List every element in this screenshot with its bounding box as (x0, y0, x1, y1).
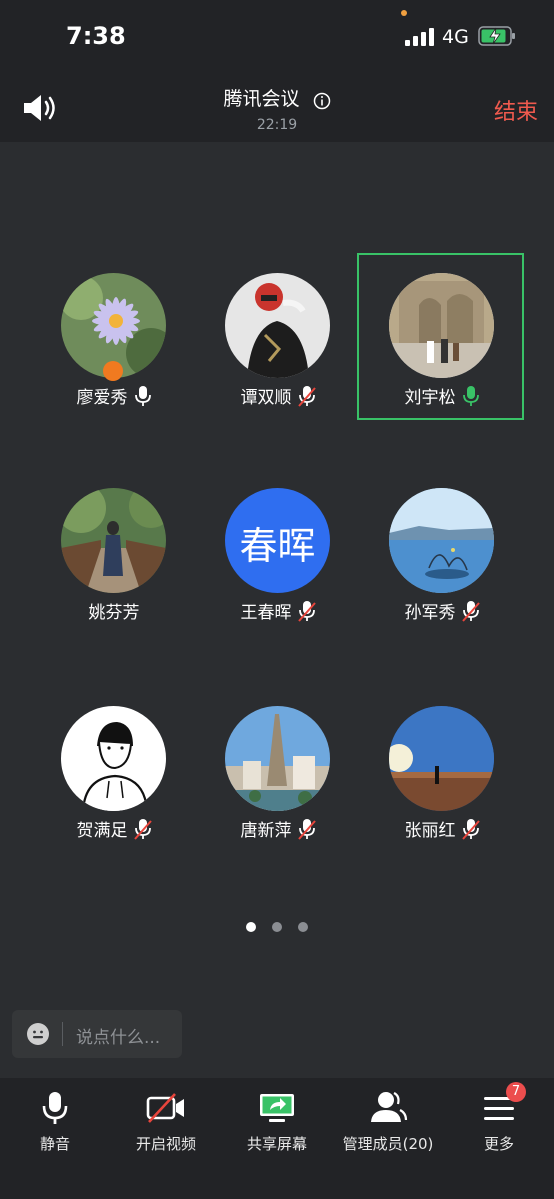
page-dot[interactable] (298, 922, 308, 932)
participant-tile[interactable]: 孙军秀 (358, 470, 526, 638)
status-time: 7:38 (66, 22, 126, 50)
participant-name-bar: 唐新萍 (194, 816, 362, 841)
participant-name: 孙军秀 (404, 603, 456, 623)
participant-tile[interactable]: 姚芬芳 (30, 470, 198, 638)
meeting-title-area[interactable]: 腾讯会议 (0, 84, 554, 111)
participant-name-bar: 廖爱秀 (30, 383, 198, 408)
microphone-muted-icon (297, 818, 316, 840)
avatar (61, 488, 166, 593)
start-video-label: 开启视频 (135, 1135, 196, 1153)
meeting-duration: 22:19 (256, 117, 298, 133)
video-off-icon (146, 1093, 184, 1123)
page-dot[interactable] (246, 922, 256, 932)
participant-name-bar: 贺满足 (30, 816, 198, 841)
participant-name: 姚芬芳 (88, 603, 140, 623)
participant-tile[interactable]: 贺满足 (30, 688, 198, 856)
active-speaker-frame (357, 253, 524, 420)
participant-tile[interactable]: 唐新萍 (194, 688, 362, 856)
manage-members-label: 管理成员(20) (342, 1135, 434, 1153)
manage-members-button[interactable]: 管理成员(20) (333, 1078, 443, 1199)
avatar (389, 488, 494, 593)
avatar (389, 706, 494, 811)
share-screen-icon (260, 1094, 294, 1122)
microphone-icon (42, 1092, 68, 1124)
emoji-icon[interactable] (26, 1022, 50, 1046)
more-button[interactable]: 更多 (444, 1078, 554, 1199)
avatar (225, 273, 330, 378)
meeting-toolbar: 静音 开启视频 共享屏幕 管理成员(20) 更多 (0, 1078, 554, 1199)
participant-name: 王春晖 (240, 603, 292, 623)
start-video-button[interactable]: 开启视频 (111, 1078, 221, 1199)
participant-name-bar: 姚芬芳 (30, 598, 198, 623)
participant-name-bar: 王春晖 (194, 598, 362, 623)
divider (62, 1022, 63, 1046)
participant-name-bar: 谭双顺 (194, 383, 362, 408)
chat-placeholder: 说点什么... (76, 1028, 161, 1048)
privacy-indicator-dot (401, 10, 407, 16)
participant-name: 廖爱秀 (76, 388, 128, 408)
participant-name: 谭双顺 (240, 388, 292, 408)
page-indicator[interactable] (0, 917, 554, 936)
participant-tile[interactable]: 廖爱秀 (30, 255, 198, 423)
battery-charging-icon (478, 26, 515, 46)
participant-name: 唐新萍 (240, 821, 292, 841)
notification-badge: 7 (506, 1082, 526, 1102)
avatar (225, 706, 330, 811)
avatar (61, 706, 166, 811)
microphone-muted-icon (133, 818, 152, 840)
network-type: 4G (442, 26, 469, 48)
page-dot[interactable] (272, 922, 282, 932)
share-screen-label: 共享屏幕 (246, 1135, 307, 1153)
participant-name-bar: 孙军秀 (358, 598, 526, 623)
end-meeting-button[interactable]: 结束 (494, 94, 538, 126)
participant-name: 贺满足 (76, 821, 128, 841)
microphone-muted-icon (461, 818, 480, 840)
participant-tile[interactable]: 春晖 王春晖 (194, 470, 362, 638)
microphone-muted-icon (297, 600, 316, 622)
participant-name-bar: 张丽红 (358, 816, 526, 841)
chat-input[interactable]: 说点什么... (12, 1010, 182, 1058)
mute-button[interactable]: 静音 (0, 1078, 110, 1199)
participant-name: 张丽红 (404, 821, 456, 841)
microphone-muted-icon (297, 385, 316, 407)
mute-label: 静音 (39, 1135, 70, 1153)
info-icon[interactable] (313, 92, 331, 110)
avatar-initials: 春晖 (225, 488, 330, 593)
signal-icon (405, 28, 434, 46)
host-badge-icon (103, 361, 123, 381)
more-label: 更多 (483, 1135, 514, 1153)
meeting-title: 腾讯会议 (223, 88, 300, 110)
microphone-icon (134, 385, 151, 406)
avatar-text: 春晖 (239, 524, 316, 568)
participant-tile[interactable]: 谭双顺 (194, 255, 362, 423)
members-icon (371, 1092, 408, 1122)
share-screen-button[interactable]: 共享屏幕 (222, 1078, 332, 1199)
microphone-muted-icon (461, 600, 480, 622)
participant-tile[interactable]: 张丽红 (358, 688, 526, 856)
